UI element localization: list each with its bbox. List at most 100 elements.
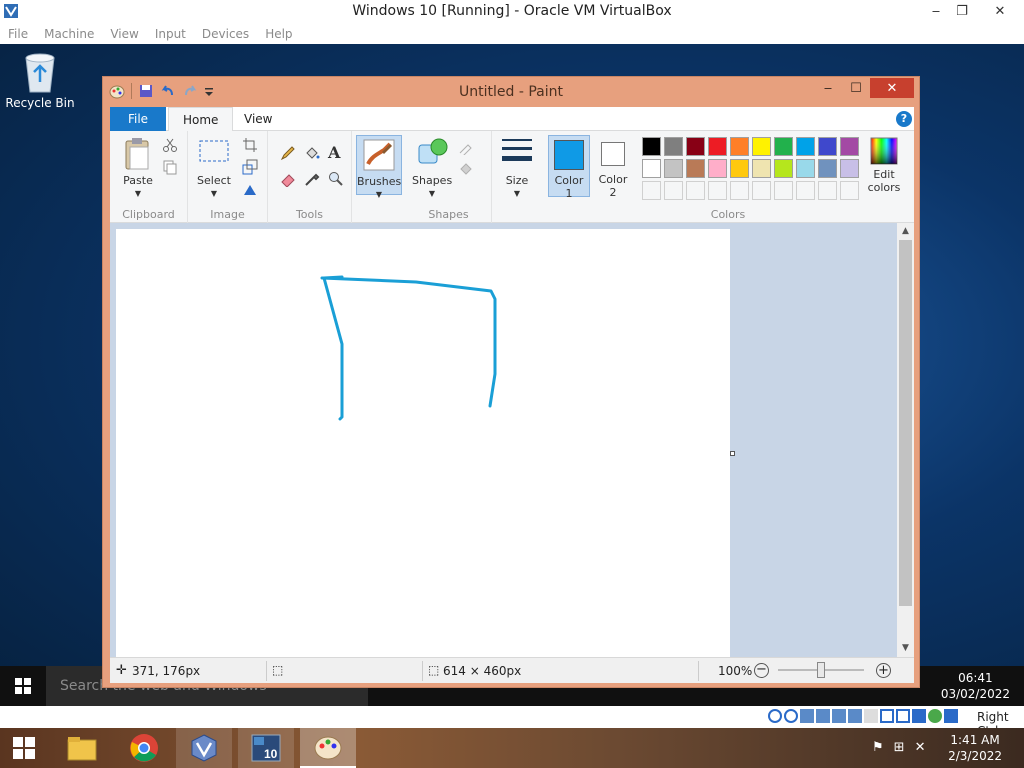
paint-minimize-button[interactable]: ‒ bbox=[814, 78, 842, 98]
magnifier-icon[interactable] bbox=[328, 171, 344, 187]
palette-custom-slot[interactable] bbox=[818, 181, 837, 200]
edit-colors-button[interactable]: Edit colors bbox=[862, 137, 906, 194]
close-button[interactable]: ✕ bbox=[985, 0, 1015, 22]
shapes-button[interactable]: Shapes ▼ bbox=[412, 137, 452, 200]
clipboard-group-label: Clipboard bbox=[122, 208, 175, 221]
canvas-resize-handle[interactable] bbox=[730, 451, 735, 456]
zoom-in-button[interactable]: + bbox=[876, 663, 891, 678]
palette-swatch[interactable] bbox=[730, 137, 749, 156]
zoom-slider-thumb[interactable] bbox=[817, 662, 825, 678]
display-icon[interactable] bbox=[864, 709, 878, 723]
host-key-arrow-icon[interactable] bbox=[944, 709, 958, 723]
zoom-out-button[interactable]: − bbox=[754, 663, 769, 678]
menu-machine[interactable]: Machine bbox=[36, 27, 102, 41]
eraser-icon[interactable] bbox=[280, 171, 296, 187]
help-icon[interactable]: ? bbox=[896, 111, 912, 127]
palette-swatch[interactable] bbox=[708, 159, 727, 178]
hard-disk-icon[interactable] bbox=[768, 709, 782, 723]
scroll-down-arrow-icon[interactable]: ▼ bbox=[897, 640, 914, 657]
drawing-canvas[interactable] bbox=[116, 229, 730, 657]
palette-custom-slot[interactable] bbox=[686, 181, 705, 200]
copy-icon[interactable] bbox=[162, 159, 178, 175]
palette-swatch[interactable] bbox=[774, 137, 793, 156]
scroll-up-arrow-icon[interactable]: ▲ bbox=[897, 223, 914, 240]
scrollbar-thumb[interactable] bbox=[899, 240, 912, 606]
color2-button[interactable]: Color 2 bbox=[594, 135, 632, 199]
brushes-button[interactable]: Brushes ▼ bbox=[356, 135, 402, 199]
palette-swatch[interactable] bbox=[642, 159, 661, 178]
optical-drive-icon[interactable] bbox=[784, 709, 798, 723]
palette-swatch[interactable] bbox=[664, 137, 683, 156]
chrome-taskbar-button[interactable] bbox=[116, 728, 172, 768]
palette-swatch[interactable] bbox=[686, 137, 705, 156]
color1-button[interactable]: Color 1 bbox=[548, 135, 590, 200]
volume-muted-icon[interactable]: ✕ bbox=[915, 740, 926, 755]
paste-button[interactable]: Paste ▼ bbox=[116, 137, 160, 200]
pencil-icon[interactable] bbox=[280, 145, 296, 161]
palette-swatch[interactable] bbox=[840, 137, 859, 156]
paint-taskbar-button[interactable] bbox=[300, 728, 356, 768]
network-icon[interactable]: ⊞ bbox=[894, 740, 905, 755]
palette-swatch[interactable] bbox=[686, 159, 705, 178]
tab-home[interactable]: Home bbox=[168, 107, 234, 132]
menu-view[interactable]: View bbox=[102, 27, 146, 41]
palette-swatch[interactable] bbox=[730, 159, 749, 178]
crop-icon[interactable] bbox=[242, 137, 258, 153]
cut-icon[interactable] bbox=[162, 137, 178, 153]
palette-swatch[interactable] bbox=[752, 137, 771, 156]
palette-custom-slot[interactable] bbox=[664, 181, 683, 200]
recycle-bin-shortcut[interactable]: Recycle Bin bbox=[4, 50, 76, 110]
text-tool-icon[interactable]: A bbox=[328, 143, 340, 162]
host-clock[interactable]: 1:41 AM 2/3/2022 bbox=[948, 732, 1002, 764]
palette-swatch[interactable] bbox=[664, 159, 683, 178]
select-button[interactable]: Select ▼ bbox=[194, 137, 234, 200]
menu-input[interactable]: Input bbox=[147, 27, 194, 41]
host-start-button[interactable] bbox=[0, 728, 48, 768]
file-explorer-taskbar-button[interactable] bbox=[54, 728, 110, 768]
palette-swatch[interactable] bbox=[840, 159, 859, 178]
network-icon[interactable] bbox=[816, 709, 830, 723]
palette-swatch[interactable] bbox=[752, 159, 771, 178]
palette-custom-slot[interactable] bbox=[642, 181, 661, 200]
usb-icon[interactable] bbox=[832, 709, 846, 723]
restore-button[interactable]: ❐ bbox=[947, 0, 977, 22]
virtualbox-taskbar-button[interactable] bbox=[176, 728, 232, 768]
paint-maximize-button[interactable]: ☐ bbox=[842, 78, 870, 98]
shared-folders-icon[interactable] bbox=[848, 709, 862, 723]
palette-custom-slot[interactable] bbox=[840, 181, 859, 200]
virtualization-icon[interactable] bbox=[912, 709, 926, 723]
fill-bucket-icon[interactable] bbox=[304, 145, 320, 161]
palette-custom-slot[interactable] bbox=[708, 181, 727, 200]
palette-custom-slot[interactable] bbox=[774, 181, 793, 200]
audio-icon[interactable] bbox=[800, 709, 814, 723]
guest-start-button[interactable] bbox=[0, 666, 46, 706]
menu-help[interactable]: Help bbox=[257, 27, 300, 41]
guest-clock[interactable]: 06:41 03/02/2022 bbox=[941, 670, 1010, 702]
tab-view[interactable]: View bbox=[230, 107, 286, 131]
guest-additions-icon[interactable] bbox=[928, 709, 942, 723]
rotate-icon[interactable] bbox=[242, 181, 258, 197]
vertical-scrollbar[interactable]: ▲ ▼ bbox=[897, 223, 914, 657]
palette-custom-slot[interactable] bbox=[752, 181, 771, 200]
palette-swatch[interactable] bbox=[774, 159, 793, 178]
vm-windows10-taskbar-button[interactable]: 10 bbox=[238, 728, 294, 768]
resize-icon[interactable] bbox=[242, 159, 258, 175]
palette-swatch[interactable] bbox=[818, 137, 837, 156]
palette-custom-slot[interactable] bbox=[796, 181, 815, 200]
video-capture-icon[interactable] bbox=[880, 709, 894, 723]
screen-icon[interactable] bbox=[896, 709, 910, 723]
palette-custom-slot[interactable] bbox=[730, 181, 749, 200]
tab-file[interactable]: File bbox=[110, 107, 166, 131]
palette-swatch[interactable] bbox=[708, 137, 727, 156]
palette-swatch[interactable] bbox=[796, 159, 815, 178]
size-button[interactable]: Size ▼ bbox=[498, 137, 536, 200]
color-picker-icon[interactable] bbox=[304, 171, 320, 187]
palette-swatch[interactable] bbox=[642, 137, 661, 156]
action-center-flag-icon[interactable]: ⚑ bbox=[872, 740, 884, 755]
paint-close-button[interactable]: ✕ bbox=[870, 78, 914, 98]
palette-swatch[interactable] bbox=[796, 137, 815, 156]
menu-devices[interactable]: Devices bbox=[194, 27, 257, 41]
menu-file[interactable]: File bbox=[0, 27, 36, 41]
host-taskbar: 10 ⚑ ⊞ ✕ 1:41 AM 2/3/2022 bbox=[0, 728, 1024, 768]
palette-swatch[interactable] bbox=[818, 159, 837, 178]
